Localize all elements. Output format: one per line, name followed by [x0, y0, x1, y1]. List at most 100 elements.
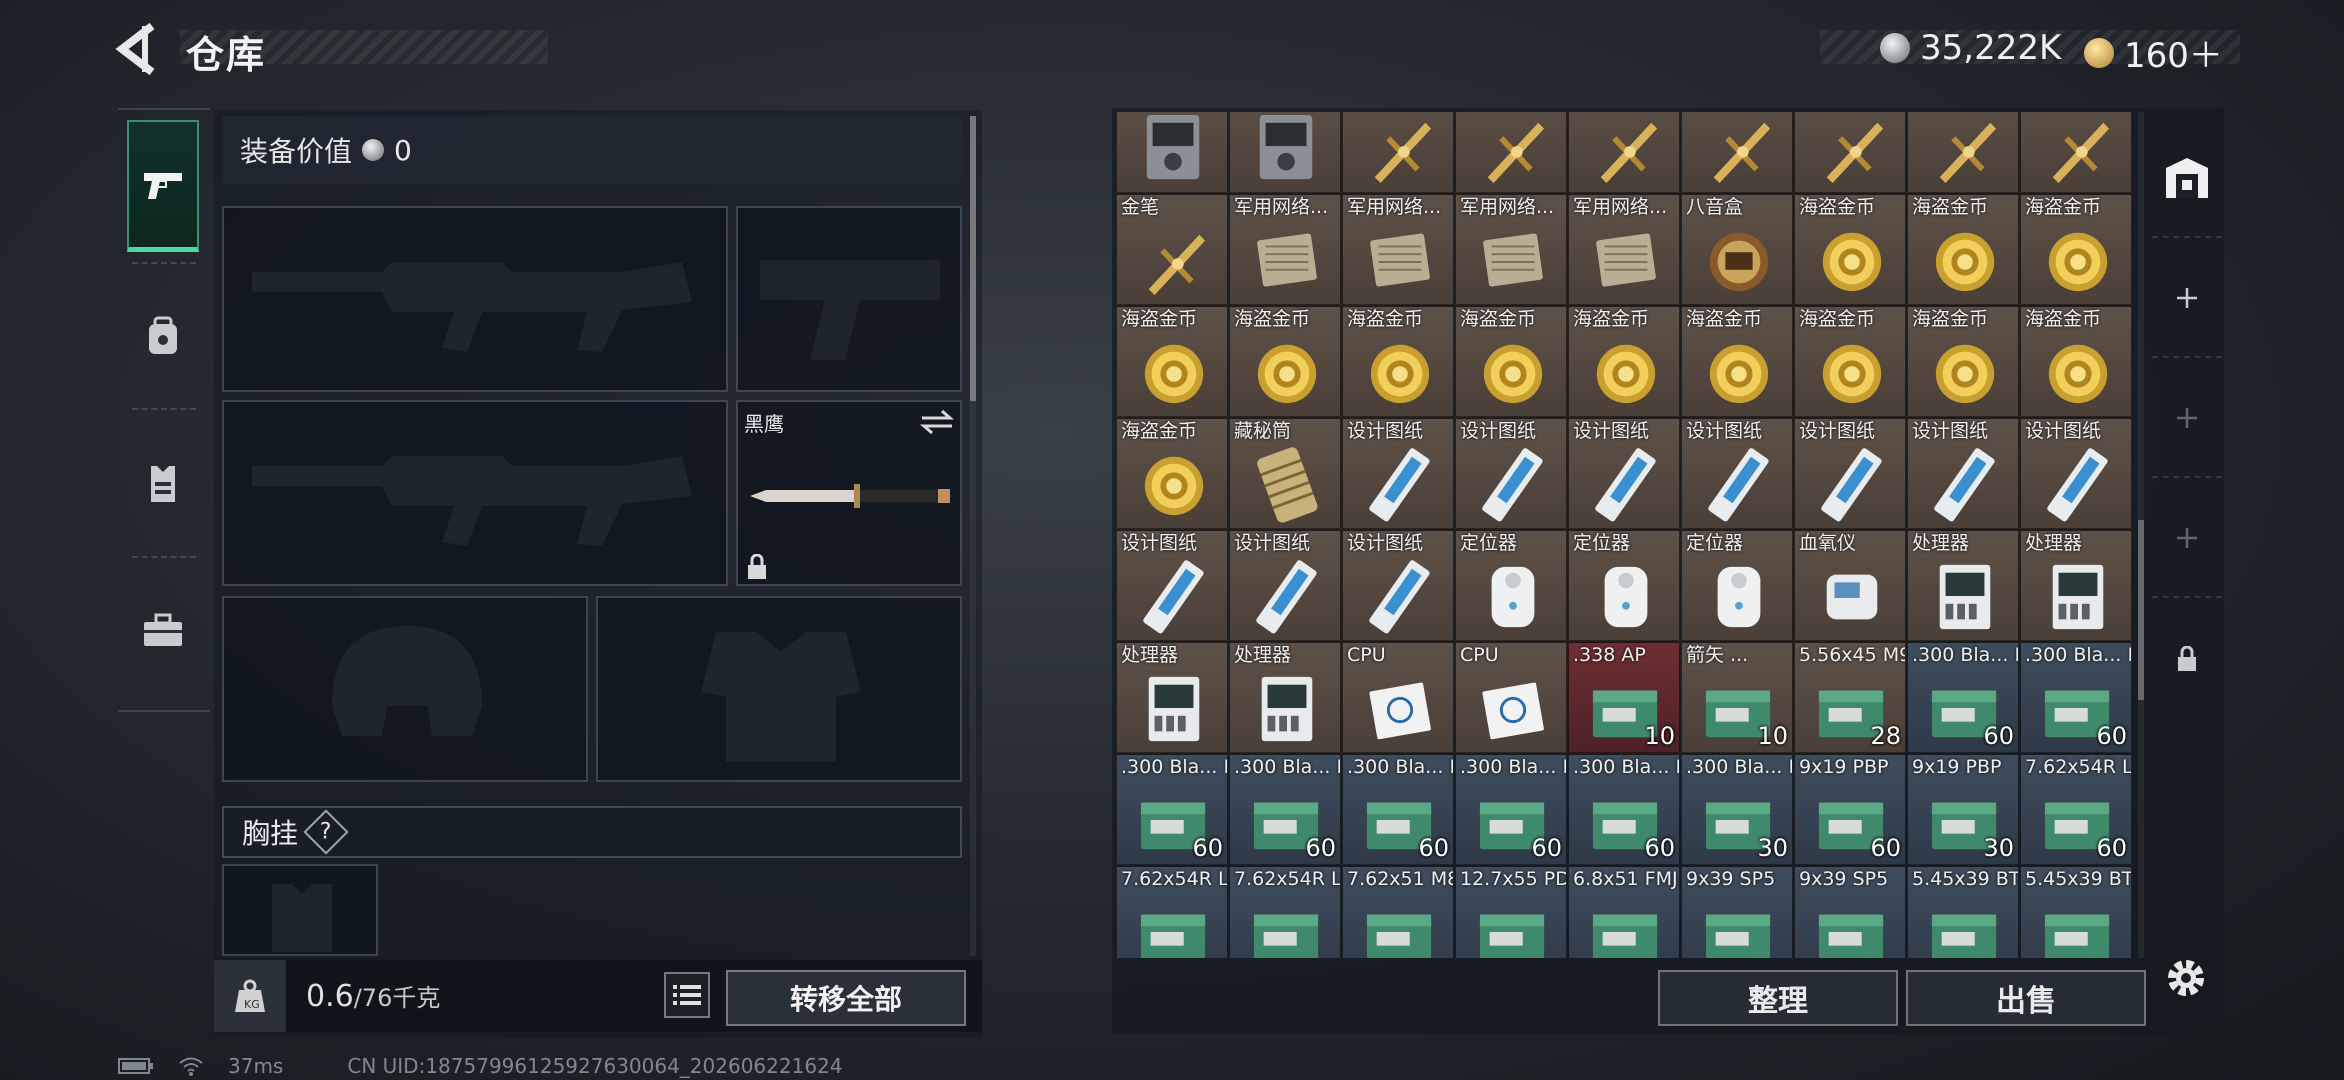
- sell-button[interactable]: 出售: [1906, 970, 2146, 1026]
- equipment-value-amount: 0: [394, 133, 412, 167]
- stash-item[interactable]: 海盗金币: [2020, 306, 2132, 417]
- stash-item[interactable]: 海盗金币: [1794, 194, 1906, 305]
- stash-item[interactable]: 5.56x45 M995 28: [1794, 642, 1906, 753]
- stash-item[interactable]: 设计图纸: [1342, 530, 1454, 641]
- stash-item[interactable]: 6.8x51 FMJ: [1568, 866, 1680, 958]
- stash-item[interactable]: 5.45x39 BT: [1907, 866, 2019, 958]
- stash-item[interactable]: 设计图纸: [1681, 418, 1793, 529]
- locked-stash-page[interactable]: [2152, 600, 2222, 718]
- stash-item[interactable]: 5.45x39 BT: [2020, 866, 2132, 958]
- stash-item[interactable]: 12.7x55 PD12双头: [1455, 866, 1567, 958]
- transfer-all-button[interactable]: 转移全部: [726, 970, 966, 1026]
- stash-item[interactable]: .338 AP 10: [1568, 642, 1680, 753]
- stash-item[interactable]: 处理器: [2020, 530, 2132, 641]
- stash-item[interactable]: 海盗金币: [1681, 306, 1793, 417]
- gold-currency[interactable]: 160＋: [2084, 28, 2223, 77]
- stash-item[interactable]: CPU: [1455, 642, 1567, 753]
- melee-slot[interactable]: 黑鹰: [736, 400, 962, 586]
- stash-item[interactable]: 金笔: [1116, 194, 1228, 305]
- stash-item[interactable]: [1681, 112, 1793, 193]
- stash-item[interactable]: 设计图纸: [1455, 418, 1567, 529]
- stash-item[interactable]: .300 Bla... BCP FMJ 60: [1229, 754, 1341, 865]
- stash-item[interactable]: .300 Bla... BCP FMJ 30: [1681, 754, 1793, 865]
- stash-item[interactable]: [1342, 112, 1454, 193]
- stash-item[interactable]: .300 Bla... BCP FMJ 60: [2020, 642, 2132, 753]
- armor-slot[interactable]: [596, 596, 962, 782]
- stash-item[interactable]: 军用网络...: [1229, 194, 1341, 305]
- stash-item[interactable]: 处理器: [1229, 642, 1341, 753]
- primary-weapon-slot[interactable]: [222, 206, 728, 392]
- add-stash-page-button[interactable]: [2152, 360, 2222, 478]
- nav-case[interactable]: [127, 564, 199, 696]
- stash-item[interactable]: [1116, 112, 1228, 193]
- stash-item[interactable]: 藏秘筒: [1229, 418, 1341, 529]
- stash-item[interactable]: .300 Bla... BCP FMJ 60: [1568, 754, 1680, 865]
- stash-item[interactable]: 海盗金币: [1455, 306, 1567, 417]
- stash-item[interactable]: [1229, 112, 1341, 193]
- stash-item[interactable]: 7.62x51 M80: [1342, 866, 1454, 958]
- stash-item[interactable]: 海盗金币: [1794, 306, 1906, 417]
- stash-item[interactable]: 海盗金币: [1229, 306, 1341, 417]
- stash-item[interactable]: 箭矢 ... 10: [1681, 642, 1793, 753]
- stash-item[interactable]: .300 Bla... BCP FMJ 60: [1455, 754, 1567, 865]
- equipment-scrollbar-thumb[interactable]: [970, 116, 976, 401]
- stash-item[interactable]: 设计图纸: [1568, 418, 1680, 529]
- stash-item[interactable]: 海盗金币: [1907, 306, 2019, 417]
- stash-item[interactable]: [1568, 112, 1680, 193]
- pistol-slot[interactable]: [736, 206, 962, 392]
- stash-item[interactable]: 定位器: [1568, 530, 1680, 641]
- stash-item[interactable]: 9x19 PBP 60: [1794, 754, 1906, 865]
- stash-item[interactable]: 9x39 SP5: [1794, 866, 1906, 958]
- stash-item[interactable]: 7.62x54R LPS: [1116, 866, 1228, 958]
- stash-item[interactable]: 海盗金币: [2020, 194, 2132, 305]
- stash-item[interactable]: 军用网络...: [1568, 194, 1680, 305]
- stash-item[interactable]: 海盗金币: [1116, 306, 1228, 417]
- stash-item[interactable]: 设计图纸: [1907, 418, 2019, 529]
- add-stash-page-button[interactable]: [2152, 240, 2222, 358]
- stash-item[interactable]: 血氧仪: [1794, 530, 1906, 641]
- add-stash-page-button[interactable]: [2152, 480, 2222, 598]
- stash-item[interactable]: [1794, 112, 1906, 193]
- stash-item[interactable]: 7.62x54R LPS 60: [2020, 754, 2132, 865]
- stash-item[interactable]: 定位器: [1455, 530, 1567, 641]
- stash-item[interactable]: 海盗金币: [1342, 306, 1454, 417]
- stash-item[interactable]: CPU: [1342, 642, 1454, 753]
- stash-item[interactable]: 海盗金币: [1907, 194, 2019, 305]
- helmet-slot[interactable]: [222, 596, 588, 782]
- stash-scrollbar-thumb[interactable]: [2138, 520, 2144, 700]
- stash-item[interactable]: 定位器: [1681, 530, 1793, 641]
- stash-item[interactable]: .300 Bla... BCP FMJ 60: [1342, 754, 1454, 865]
- secondary-weapon-slot[interactable]: [222, 400, 728, 586]
- stash-item[interactable]: 9x39 SP5: [1681, 866, 1793, 958]
- nav-chest-rig[interactable]: [127, 418, 199, 550]
- stash-item[interactable]: [1907, 112, 2019, 193]
- stash-page-main[interactable]: [2152, 120, 2222, 238]
- settings-button[interactable]: [2160, 952, 2212, 1004]
- swap-icon[interactable]: [920, 408, 954, 436]
- stash-item[interactable]: [2020, 112, 2132, 193]
- stash-item[interactable]: 八音盒: [1681, 194, 1793, 305]
- stash-item[interactable]: 设计图纸: [1116, 530, 1228, 641]
- help-icon[interactable]: ?: [303, 809, 349, 855]
- stash-item[interactable]: .300 Bla... BCP FMJ 60: [1907, 642, 2019, 753]
- list-view-button[interactable]: [664, 972, 710, 1018]
- stash-item[interactable]: .300 Bla... BCP FMJ 60: [1116, 754, 1228, 865]
- stash-item[interactable]: 7.62x54R LPS: [1229, 866, 1341, 958]
- sort-button[interactable]: 整理: [1658, 970, 1898, 1026]
- stash-item[interactable]: 处理器: [1907, 530, 2019, 641]
- stash-item[interactable]: [1455, 112, 1567, 193]
- nav-backpack[interactable]: [127, 270, 199, 402]
- stash-item[interactable]: 军用网络...: [1455, 194, 1567, 305]
- stash-item[interactable]: 设计图纸: [1229, 530, 1341, 641]
- stash-item[interactable]: 9x19 PBP 30: [1907, 754, 2019, 865]
- stash-item[interactable]: 海盗金币: [1116, 418, 1228, 529]
- stash-item[interactable]: 设计图纸: [2020, 418, 2132, 529]
- nav-weapons[interactable]: [127, 120, 199, 252]
- stash-item[interactable]: 军用网络...: [1342, 194, 1454, 305]
- chest-rig-slot[interactable]: [222, 864, 378, 956]
- stash-item[interactable]: 海盗金币: [1568, 306, 1680, 417]
- stash-item[interactable]: 设计图纸: [1794, 418, 1906, 529]
- stash-item[interactable]: 处理器: [1116, 642, 1228, 753]
- back-button[interactable]: [112, 20, 164, 78]
- stash-item[interactable]: 设计图纸: [1342, 418, 1454, 529]
